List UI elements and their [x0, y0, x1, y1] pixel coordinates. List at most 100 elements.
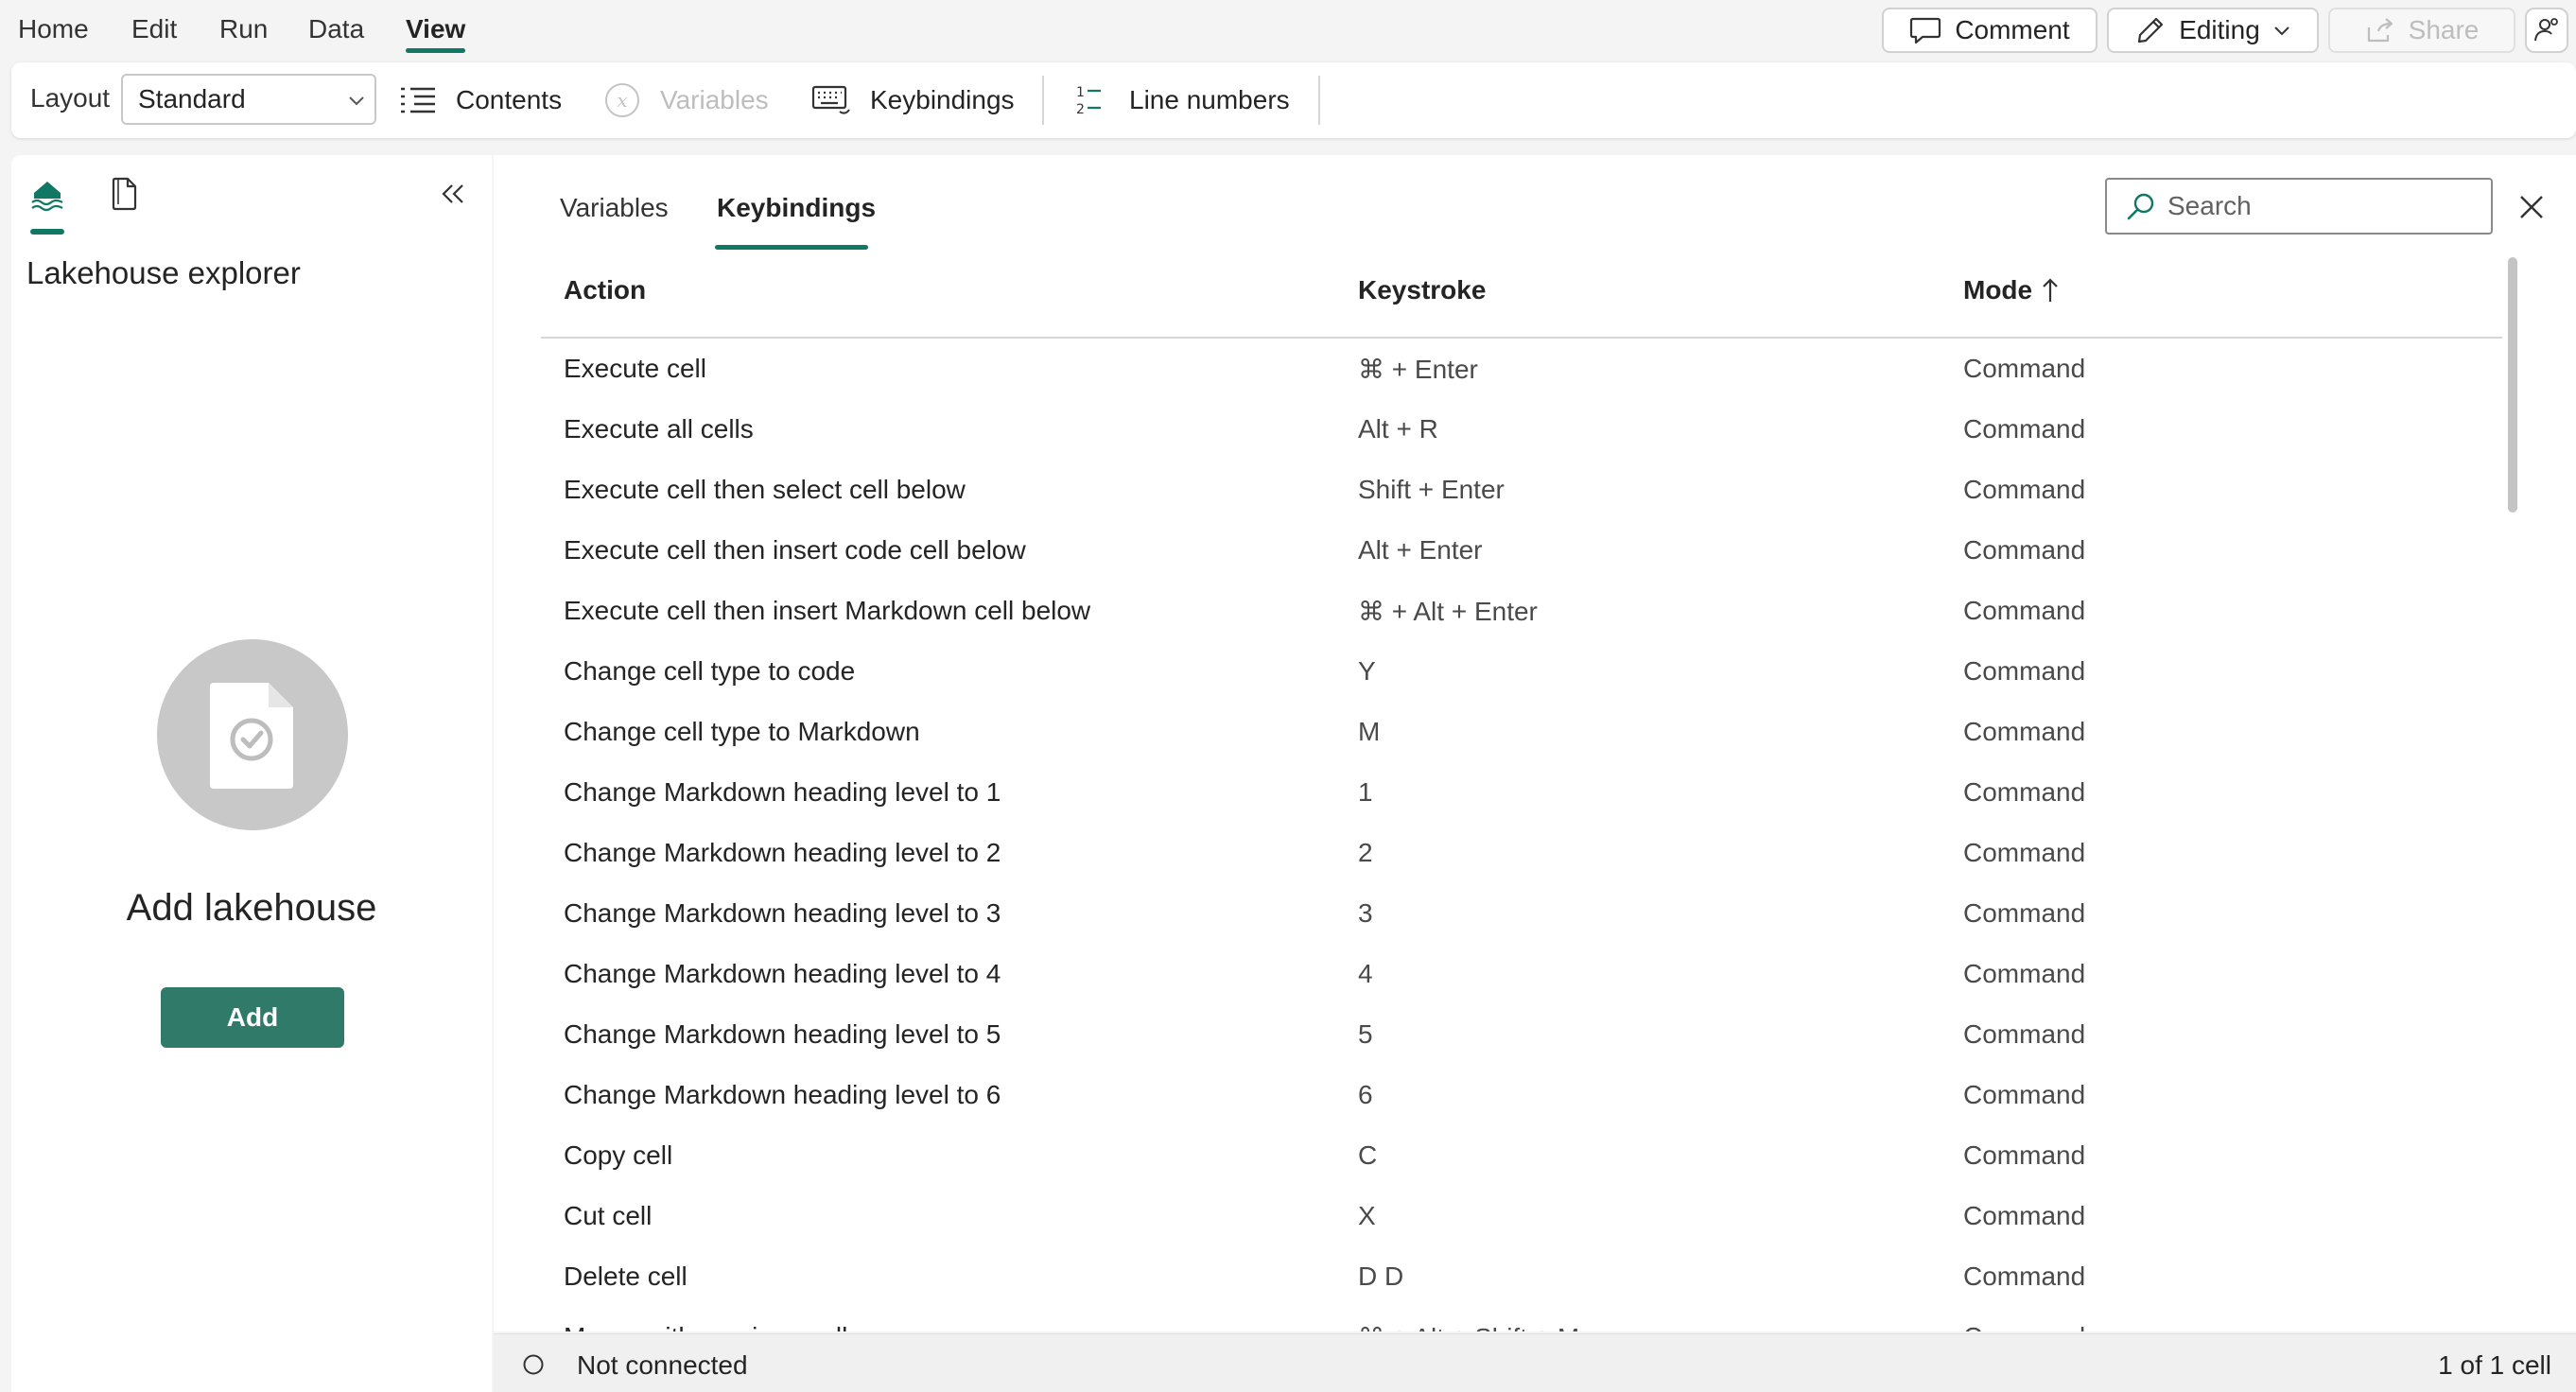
action-cell: Execute cell: [564, 354, 706, 383]
toolbar-divider: [1042, 76, 1044, 125]
table-row[interactable]: Change Markdown heading level to 2 2 Comma…: [541, 823, 2502, 883]
action-cell: Execute cell then insert code cell below: [564, 535, 1026, 565]
status-bar: Not connected 1 of 1 cell: [494, 1333, 2576, 1392]
comment-button[interactable]: Comment: [1882, 8, 2097, 53]
keystroke-cell: Y: [1358, 656, 1376, 686]
action-cell: Execute cell then insert Markdown cell b…: [564, 596, 1091, 625]
document-icon[interactable]: [110, 176, 140, 212]
mode-cell: Command: [1963, 596, 2086, 625]
table-row[interactable]: Change Markdown heading level to 6 6 Comma…: [541, 1065, 2502, 1125]
empty-state-illustration: [157, 639, 348, 830]
action-cell: Merge with previous cell: [564, 1307, 847, 1331]
mode-cell: Command: [1963, 414, 2086, 444]
svg-text:2: 2: [1076, 102, 1085, 117]
keystroke-cell: ⌘ + Alt + Shift + M: [1358, 1307, 1579, 1332]
keybindings-button[interactable]: Keybindings: [811, 76, 1015, 125]
add-lakehouse-button[interactable]: Add: [161, 987, 344, 1048]
table-row[interactable]: Execute cell then insert code cell below…: [541, 520, 2502, 581]
mode-cell: Command: [1963, 1019, 2086, 1049]
editing-mode-button[interactable]: Editing: [2107, 8, 2319, 53]
action-cell: Copy cell: [564, 1140, 673, 1170]
keystroke-cell: Shift + Enter: [1358, 475, 1505, 504]
keybindings-table: Action Keystroke Mode Execute cell ⌘ + En…: [541, 250, 2504, 1331]
keystroke-cell: 6: [1358, 1080, 1373, 1109]
share-label: Share: [2408, 15, 2480, 44]
keybindings-label: Keybindings: [870, 85, 1015, 114]
table-row[interactable]: Change Markdown heading level to 5 5 Comma…: [541, 1004, 2502, 1065]
table-row[interactable]: Delete cell D D Command: [541, 1246, 2502, 1307]
action-cell: Change Markdown heading level to 3: [564, 898, 1001, 928]
chevron-down-icon: [348, 95, 365, 106]
connection-status-icon: [522, 1353, 545, 1376]
lakehouse-explorer-panel: Lakehouse explorer Add lakehouse Add: [11, 155, 492, 1392]
mode-cell: Command: [1963, 354, 2086, 383]
comment-label: Comment: [1955, 15, 2070, 44]
empty-state-title: Add lakehouse: [126, 887, 377, 929]
variables-button[interactable]: x Variables: [603, 76, 769, 125]
active-tab-indicator: [30, 229, 64, 235]
action-cell: Change cell type to Markdown: [564, 717, 920, 746]
share-button[interactable]: Share: [2328, 8, 2515, 53]
column-header-action[interactable]: Action: [564, 275, 646, 305]
line-numbers-button[interactable]: 12 Line numbers: [1074, 76, 1290, 125]
table-row[interactable]: Change cell type to Markdown M Command: [541, 702, 2502, 762]
tab-keybindings[interactable]: Keybindings: [717, 193, 876, 223]
table-scrollbar[interactable]: [2508, 257, 2517, 513]
keystroke-cell: ⌘ + Alt + Enter: [1358, 596, 1538, 626]
user-permissions-button[interactable]: [2525, 8, 2568, 53]
person-key-icon: [2532, 16, 2561, 44]
layout-label: Layout: [30, 83, 111, 113]
search-input[interactable]: [2167, 191, 2470, 221]
table-row[interactable]: Execute cell then select cell below Shift…: [541, 460, 2502, 520]
table-row[interactable]: Execute cell ⌘ + Enter Command: [541, 339, 2502, 399]
close-icon[interactable]: [2517, 193, 2546, 221]
share-icon: [2365, 16, 2395, 44]
mode-cell: Command: [1963, 1262, 2086, 1291]
keystroke-cell: 1: [1358, 777, 1373, 807]
contents-button[interactable]: Contents: [399, 76, 562, 125]
table-row[interactable]: Copy cell C Command: [541, 1125, 2502, 1186]
table-row[interactable]: Execute all cells Alt + R Command: [541, 399, 2502, 460]
svg-text:x: x: [617, 89, 627, 112]
panel-title: Lakehouse explorer: [26, 255, 301, 290]
table-row[interactable]: Change Markdown heading level to 1 1 Comma…: [541, 762, 2502, 823]
keystroke-cell: D D: [1358, 1262, 1404, 1291]
table-row[interactable]: Cut cell X Command: [541, 1186, 2502, 1246]
action-cell: Change Markdown heading level to 2: [564, 838, 1001, 867]
keystroke-cell: 4: [1358, 959, 1373, 988]
keyboard-icon: [811, 83, 851, 117]
search-icon: [2126, 191, 2156, 221]
menu-edit[interactable]: Edit: [131, 0, 177, 59]
toolbar-divider: [1318, 76, 1320, 125]
menu-home[interactable]: Home: [18, 0, 89, 59]
list-icon: [399, 85, 437, 115]
menu-data[interactable]: Data: [308, 0, 364, 59]
table-row[interactable]: Change Markdown heading level to 3 3 Comma…: [541, 883, 2502, 944]
line-numbers-icon: 12: [1074, 81, 1105, 119]
table-row[interactable]: Change Markdown heading level to 4 4 Comma…: [541, 944, 2502, 1004]
table-row[interactable]: Change cell type to code Y Command: [541, 641, 2502, 702]
tab-variables[interactable]: Variables: [560, 193, 669, 223]
mode-cell: Command: [1963, 1080, 2086, 1109]
menu-run[interactable]: Run: [219, 0, 268, 59]
svg-text:1: 1: [1076, 85, 1085, 100]
mode-cell: Command: [1963, 717, 2086, 746]
layout-value: Standard: [138, 84, 246, 113]
column-header-keystroke[interactable]: Keystroke: [1358, 275, 1486, 305]
mode-cell: Command: [1963, 1307, 2085, 1331]
lakehouse-icon[interactable]: [28, 176, 66, 214]
table-row[interactable]: Execute cell then insert Markdown cell b…: [541, 581, 2502, 641]
column-header-mode[interactable]: Mode: [1963, 275, 2059, 305]
layout-select[interactable]: Standard: [121, 74, 376, 125]
keystroke-cell: 5: [1358, 1019, 1373, 1049]
keystroke-cell: 3: [1358, 898, 1373, 928]
table-row[interactable]: Merge with previous cell ⌘ + Alt + Shift …: [541, 1307, 2502, 1331]
action-cell: Change Markdown heading level to 5: [564, 1019, 1001, 1049]
double-chevron-left-icon[interactable]: [439, 180, 467, 208]
menu-view[interactable]: View: [406, 0, 466, 59]
variable-icon: x: [603, 81, 641, 119]
mode-cell: Command: [1963, 898, 2086, 928]
mode-cell: Command: [1963, 1201, 2086, 1230]
connection-status[interactable]: Not connected: [577, 1350, 748, 1381]
column-header-mode-label: Mode: [1963, 275, 2033, 304]
